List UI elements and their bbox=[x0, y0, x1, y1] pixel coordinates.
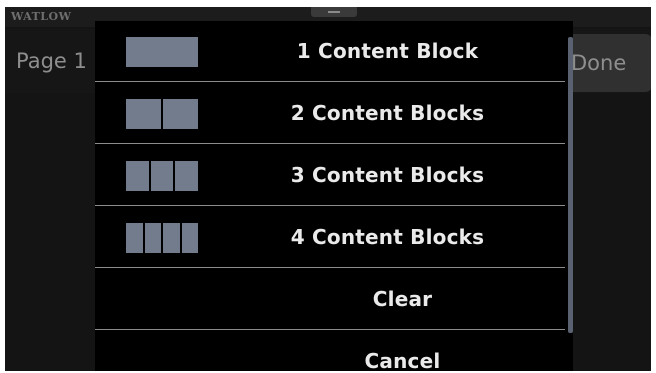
menu-item-1-content-block[interactable]: 1 Content Block bbox=[95, 21, 565, 82]
one-block-icon bbox=[126, 37, 198, 67]
four-blocks-icon bbox=[126, 223, 198, 253]
menu-item-3-content-blocks[interactable]: 3 Content Blocks bbox=[95, 145, 565, 206]
menu-item-4-content-blocks[interactable]: 4 Content Blocks bbox=[95, 207, 565, 268]
pull-down-tab[interactable] bbox=[311, 7, 357, 17]
menu-item-label: 3 Content Blocks bbox=[290, 163, 485, 187]
grip-icon bbox=[328, 11, 340, 13]
menu-item-label: Cancel bbox=[364, 349, 441, 371]
scrollbar[interactable] bbox=[568, 37, 573, 333]
brand-logo: WATLOW bbox=[11, 10, 72, 23]
menu-item-label: 1 Content Block bbox=[296, 39, 479, 63]
two-blocks-icon bbox=[126, 99, 198, 129]
menu-item-clear[interactable]: Clear bbox=[95, 269, 565, 330]
page-title: Page 1 bbox=[16, 49, 87, 73]
device-screen: WATLOW Page 1 Done 1 Content Block 2 Con… bbox=[5, 7, 651, 371]
menu-item-label: Clear bbox=[372, 287, 433, 311]
menu-item-label: 2 Content Blocks bbox=[290, 101, 485, 125]
three-blocks-icon bbox=[126, 161, 199, 191]
menu-item-label: 4 Content Blocks bbox=[290, 225, 485, 249]
content-block-menu: 1 Content Block 2 Content Blocks 3 Conte… bbox=[95, 21, 573, 371]
menu-item-2-content-blocks[interactable]: 2 Content Blocks bbox=[95, 83, 565, 144]
menu-item-cancel[interactable]: Cancel bbox=[95, 331, 565, 371]
